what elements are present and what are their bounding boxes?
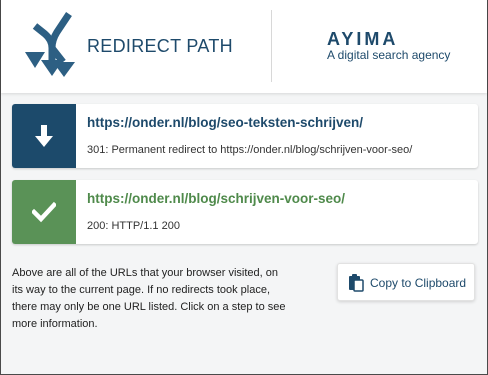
svg-text:AYIMA: AYIMA — [327, 30, 398, 48]
company-tagline: A digital search agency — [327, 48, 451, 62]
brand-name: REDIRECT PATH — [87, 36, 233, 56]
ayima-logo: AYIMA — [327, 30, 398, 48]
final-tile — [12, 180, 76, 244]
final-status: 200: HTTP/1.1 200 — [87, 220, 180, 232]
fork-arrows-icon — [25, 12, 75, 77]
checkmark-icon — [32, 201, 56, 223]
header: REDIRECT PATH AYIMA A digital search age… — [1, 0, 487, 93]
arrow-down-icon — [35, 125, 53, 147]
clipboard-icon — [349, 274, 364, 292]
redirect-step-2[interactable]: https://onder.nl/blog/schrijven-voor-seo… — [12, 180, 478, 244]
redirect-url[interactable]: https://onder.nl/blog/seo-teksten-schrij… — [87, 115, 363, 130]
info-text: Above are all of the URLs that your brow… — [12, 267, 286, 330]
redirect-status: 301: Permanent redirect to https://onder… — [87, 144, 413, 156]
copy-button-label: Copy to Clipboard — [370, 276, 467, 290]
copy-to-clipboard-button[interactable]: Copy to Clipboard — [337, 263, 475, 301]
redirect-tile — [12, 104, 76, 168]
final-url[interactable]: https://onder.nl/blog/schrijven-voor-seo… — [87, 191, 345, 206]
header-divider — [271, 10, 272, 82]
redirect-step-1[interactable]: https://onder.nl/blog/seo-teksten-schrij… — [12, 104, 478, 168]
